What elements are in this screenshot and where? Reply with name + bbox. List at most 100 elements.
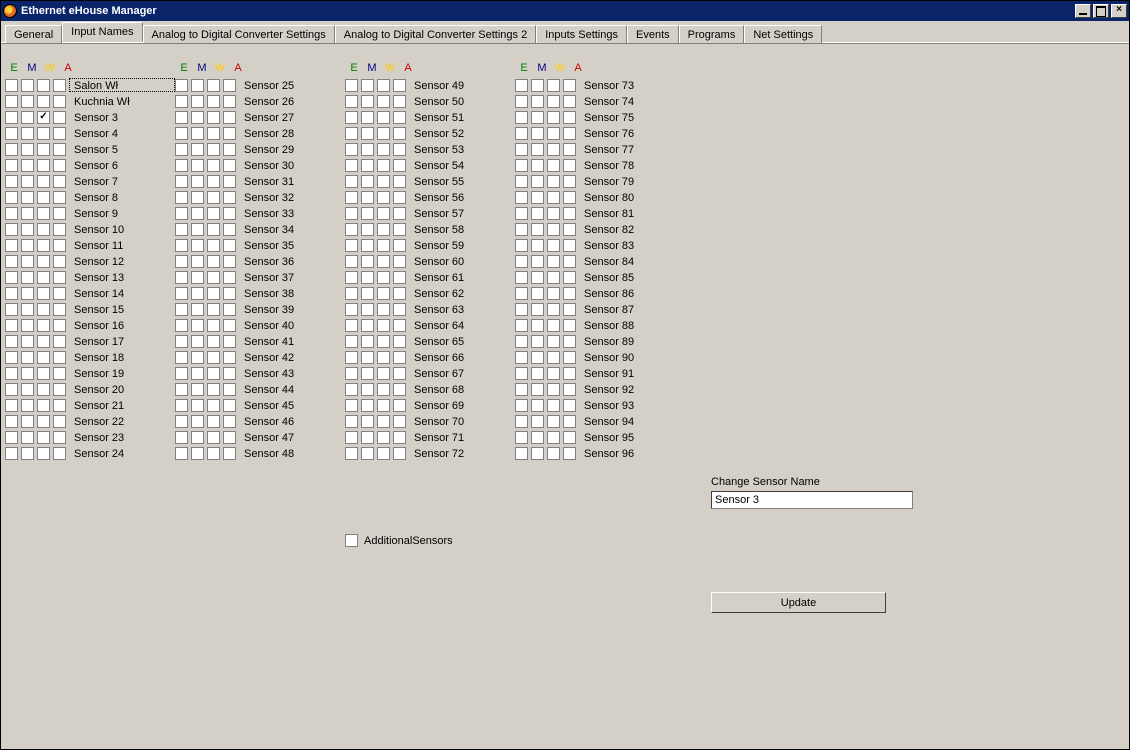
sensor-55-checkbox-m[interactable]	[361, 175, 374, 188]
sensor-93-checkbox-a[interactable]	[563, 399, 576, 412]
sensor-3-checkbox-w[interactable]	[37, 111, 50, 124]
sensor-41-label[interactable]: Sensor 41	[239, 334, 345, 348]
sensor-29-label[interactable]: Sensor 29	[239, 142, 345, 156]
sensor-92-checkbox-e[interactable]	[515, 383, 528, 396]
sensor-42-checkbox-w[interactable]	[207, 351, 220, 364]
sensor-51-checkbox-a[interactable]	[393, 111, 406, 124]
sensor-51-checkbox-m[interactable]	[361, 111, 374, 124]
sensor-32-checkbox-w[interactable]	[207, 191, 220, 204]
sensor-89-checkbox-a[interactable]	[563, 335, 576, 348]
sensor-38-checkbox-e[interactable]	[175, 287, 188, 300]
sensor-78-checkbox-e[interactable]	[515, 159, 528, 172]
sensor-27-checkbox-m[interactable]	[191, 111, 204, 124]
sensor-83-checkbox-e[interactable]	[515, 239, 528, 252]
sensor-1-checkbox-m[interactable]	[21, 79, 34, 92]
sensor-54-checkbox-m[interactable]	[361, 159, 374, 172]
sensor-85-checkbox-a[interactable]	[563, 271, 576, 284]
sensor-76-checkbox-a[interactable]	[563, 127, 576, 140]
sensor-50-checkbox-m[interactable]	[361, 95, 374, 108]
sensor-15-checkbox-w[interactable]	[37, 303, 50, 316]
sensor-29-checkbox-w[interactable]	[207, 143, 220, 156]
sensor-44-checkbox-w[interactable]	[207, 383, 220, 396]
sensor-20-checkbox-m[interactable]	[21, 383, 34, 396]
sensor-68-checkbox-a[interactable]	[393, 383, 406, 396]
sensor-57-checkbox-w[interactable]	[377, 207, 390, 220]
tab-events[interactable]: Events	[627, 25, 679, 43]
sensor-74-checkbox-e[interactable]	[515, 95, 528, 108]
sensor-7-checkbox-m[interactable]	[21, 175, 34, 188]
sensor-70-label[interactable]: Sensor 70	[409, 414, 515, 428]
sensor-42-checkbox-m[interactable]	[191, 351, 204, 364]
sensor-22-checkbox-e[interactable]	[5, 415, 18, 428]
sensor-83-checkbox-m[interactable]	[531, 239, 544, 252]
sensor-58-checkbox-w[interactable]	[377, 223, 390, 236]
sensor-63-checkbox-e[interactable]	[345, 303, 358, 316]
sensor-59-checkbox-a[interactable]	[393, 239, 406, 252]
sensor-33-checkbox-w[interactable]	[207, 207, 220, 220]
sensor-8-checkbox-e[interactable]	[5, 191, 18, 204]
sensor-11-checkbox-a[interactable]	[53, 239, 66, 252]
sensor-8-checkbox-a[interactable]	[53, 191, 66, 204]
sensor-10-label[interactable]: Sensor 10	[69, 222, 175, 236]
sensor-89-label[interactable]: Sensor 89	[579, 334, 685, 348]
sensor-93-checkbox-w[interactable]	[547, 399, 560, 412]
sensor-34-label[interactable]: Sensor 34	[239, 222, 345, 236]
sensor-67-label[interactable]: Sensor 67	[409, 366, 515, 380]
sensor-33-label[interactable]: Sensor 33	[239, 206, 345, 220]
sensor-5-label[interactable]: Sensor 5	[69, 142, 175, 156]
sensor-78-checkbox-w[interactable]	[547, 159, 560, 172]
sensor-35-checkbox-m[interactable]	[191, 239, 204, 252]
sensor-63-checkbox-m[interactable]	[361, 303, 374, 316]
sensor-23-checkbox-e[interactable]	[5, 431, 18, 444]
sensor-18-label[interactable]: Sensor 18	[69, 350, 175, 364]
sensor-17-label[interactable]: Sensor 17	[69, 334, 175, 348]
sensor-20-checkbox-w[interactable]	[37, 383, 50, 396]
sensor-15-checkbox-m[interactable]	[21, 303, 34, 316]
sensor-18-checkbox-a[interactable]	[53, 351, 66, 364]
sensor-20-label[interactable]: Sensor 20	[69, 382, 175, 396]
sensor-60-checkbox-a[interactable]	[393, 255, 406, 268]
sensor-3-checkbox-e[interactable]	[5, 111, 18, 124]
sensor-59-checkbox-e[interactable]	[345, 239, 358, 252]
sensor-4-checkbox-m[interactable]	[21, 127, 34, 140]
sensor-47-checkbox-w[interactable]	[207, 431, 220, 444]
sensor-89-checkbox-w[interactable]	[547, 335, 560, 348]
sensor-1-checkbox-a[interactable]	[53, 79, 66, 92]
sensor-82-checkbox-a[interactable]	[563, 223, 576, 236]
sensor-31-checkbox-e[interactable]	[175, 175, 188, 188]
sensor-56-checkbox-a[interactable]	[393, 191, 406, 204]
sensor-8-checkbox-m[interactable]	[21, 191, 34, 204]
sensor-96-checkbox-w[interactable]	[547, 447, 560, 460]
sensor-69-checkbox-m[interactable]	[361, 399, 374, 412]
sensor-25-checkbox-a[interactable]	[223, 79, 236, 92]
sensor-61-checkbox-m[interactable]	[361, 271, 374, 284]
sensor-57-label[interactable]: Sensor 57	[409, 206, 515, 220]
sensor-23-label[interactable]: Sensor 23	[69, 430, 175, 444]
sensor-53-checkbox-w[interactable]	[377, 143, 390, 156]
sensor-14-checkbox-w[interactable]	[37, 287, 50, 300]
change-sensor-input[interactable]	[711, 491, 913, 509]
sensor-40-checkbox-w[interactable]	[207, 319, 220, 332]
sensor-16-checkbox-m[interactable]	[21, 319, 34, 332]
sensor-48-checkbox-a[interactable]	[223, 447, 236, 460]
sensor-7-checkbox-a[interactable]	[53, 175, 66, 188]
sensor-92-checkbox-m[interactable]	[531, 383, 544, 396]
sensor-94-label[interactable]: Sensor 94	[579, 414, 685, 428]
sensor-95-label[interactable]: Sensor 95	[579, 430, 685, 444]
sensor-40-checkbox-a[interactable]	[223, 319, 236, 332]
sensor-30-label[interactable]: Sensor 30	[239, 158, 345, 172]
sensor-76-label[interactable]: Sensor 76	[579, 126, 685, 140]
sensor-19-label[interactable]: Sensor 19	[69, 366, 175, 380]
sensor-60-checkbox-m[interactable]	[361, 255, 374, 268]
sensor-33-checkbox-m[interactable]	[191, 207, 204, 220]
sensor-53-checkbox-m[interactable]	[361, 143, 374, 156]
sensor-72-checkbox-a[interactable]	[393, 447, 406, 460]
sensor-96-checkbox-a[interactable]	[563, 447, 576, 460]
sensor-67-checkbox-a[interactable]	[393, 367, 406, 380]
sensor-54-checkbox-a[interactable]	[393, 159, 406, 172]
sensor-13-checkbox-w[interactable]	[37, 271, 50, 284]
sensor-88-label[interactable]: Sensor 88	[579, 318, 685, 332]
update-button[interactable]: Update	[711, 592, 886, 613]
sensor-84-label[interactable]: Sensor 84	[579, 254, 685, 268]
sensor-44-checkbox-m[interactable]	[191, 383, 204, 396]
